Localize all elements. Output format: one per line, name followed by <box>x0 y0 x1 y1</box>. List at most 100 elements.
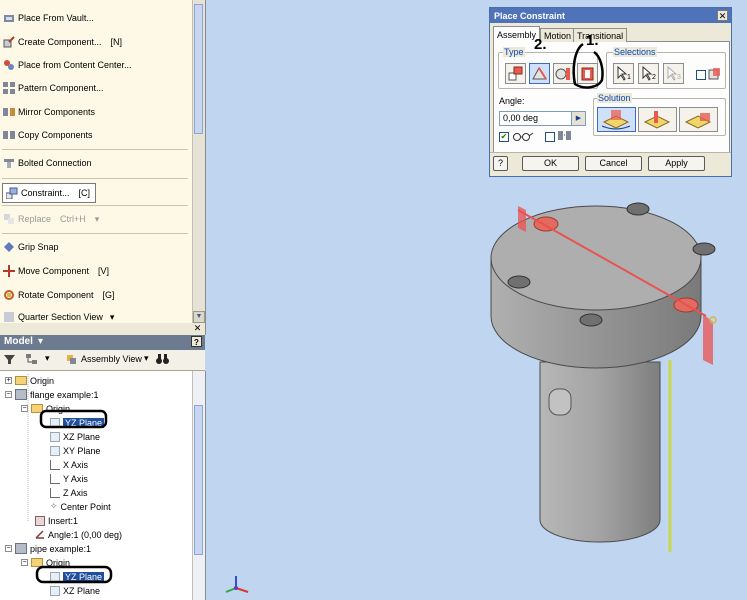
command-panel-scrollbar[interactable]: ▼ <box>192 0 205 323</box>
model-browser-toolbar: ▾ Assembly View ▾ <box>0 350 205 371</box>
angle-constraint-button[interactable] <box>529 63 550 84</box>
mate-constraint-button[interactable] <box>505 63 526 84</box>
help-button[interactable]: ? <box>493 156 508 171</box>
place-constraint-dialog: Place Constraint ✕ Assembly Motion Trans… <box>489 7 732 177</box>
directed-angle-solution-button[interactable] <box>597 107 636 132</box>
tree-node-insert[interactable]: Insert:1 <box>35 514 78 527</box>
angle-input[interactable]: 0,00 deg ▶ <box>499 111 586 126</box>
collapse-icon[interactable]: − <box>21 559 28 566</box>
create-component-command[interactable]: Create Component... [N] <box>3 33 122 51</box>
pipe-part[interactable] <box>539 360 672 552</box>
close-panel-icon[interactable]: ✕ <box>193 324 202 333</box>
dropdown-arrow-icon[interactable]: ▾ <box>144 353 149 364</box>
axis-icon <box>50 487 60 498</box>
folder-icon <box>31 558 43 567</box>
dialog-title-bar[interactable]: Place Constraint ✕ <box>490 8 731 23</box>
dropdown-arrow-icon: ▾ <box>109 311 115 322</box>
assembly-view-label[interactable]: Assembly View <box>81 354 142 364</box>
tree-node-flange-origin[interactable]: − Origin <box>21 402 70 415</box>
undirected-angle-solution-button[interactable] <box>638 107 677 132</box>
first-occurrence-checkbox[interactable] <box>696 70 706 80</box>
angle-flyout-arrow-icon[interactable]: ▶ <box>571 112 585 125</box>
tangent-constraint-button[interactable] <box>553 63 574 84</box>
chevron-down-icon[interactable]: ▾ <box>38 336 43 347</box>
bolted-connection-command[interactable]: Bolted Connection <box>3 154 92 172</box>
model-tree: + Origin − flange example:1 − Origin YZ … <box>0 371 206 600</box>
copy-components-command[interactable]: Copy Components <box>3 126 93 144</box>
tab-assembly[interactable]: Assembly <box>493 26 541 42</box>
collapse-icon[interactable]: − <box>5 545 12 552</box>
place-from-vault-command[interactable]: Place From Vault... <box>3 9 94 27</box>
tree-view-icon[interactable] <box>26 354 40 367</box>
tree-node-xz-plane[interactable]: XZ Plane <box>50 430 100 443</box>
section-view-icon <box>3 311 15 323</box>
separator <box>2 178 188 179</box>
cancel-button[interactable]: Cancel <box>585 156 642 171</box>
show-preview-checkbox[interactable]: ✔ <box>499 132 509 142</box>
replace-command[interactable]: Replace Ctrl+H ▾ <box>3 210 99 228</box>
tree-node-angle[interactable]: Angle:1 (0,00 deg) <box>35 528 122 541</box>
apply-button[interactable]: Apply <box>648 156 705 171</box>
expand-icon[interactable]: + <box>5 377 12 384</box>
plane-icon <box>50 417 60 428</box>
tree-node-y-axis[interactable]: Y Axis <box>50 472 88 485</box>
mirror-components-command[interactable]: Mirror Components <box>3 103 95 121</box>
scrollbar-thumb[interactable] <box>194 405 203 555</box>
collapse-icon[interactable]: − <box>5 391 12 398</box>
tree-node-center-point[interactable]: ✧ Center Point <box>50 500 111 513</box>
part-selection-icon <box>708 67 722 83</box>
part-icon <box>15 389 27 400</box>
angle-constraint-icon <box>35 529 45 541</box>
explicit-reference-solution-button[interactable] <box>679 107 718 132</box>
replace-icon <box>3 213 15 225</box>
tree-node-origin[interactable]: + Origin <box>5 374 54 387</box>
close-icon[interactable]: ✕ <box>717 10 728 21</box>
grip-snap-command[interactable]: Grip Snap <box>3 238 59 256</box>
tab-transitional[interactable]: Transitional <box>573 28 628 42</box>
pattern-component-command[interactable]: Pattern Component... <box>3 79 104 97</box>
insert-constraint-button[interactable] <box>577 63 598 84</box>
grip-snap-icon <box>3 241 15 253</box>
filter-icon[interactable] <box>4 354 15 367</box>
model-browser-title[interactable]: Model <box>4 336 33 347</box>
vault-icon <box>3 12 15 24</box>
tree-node-pipe-origin[interactable]: − Origin <box>21 556 70 569</box>
constraint-icon <box>5 187 18 200</box>
selection-3-button[interactable]: 3 <box>663 63 684 84</box>
scroll-down-button[interactable]: ▼ <box>193 311 205 323</box>
rotate-component-command[interactable]: Rotate Component [G] <box>3 286 115 304</box>
help-icon[interactable]: ? <box>191 336 202 347</box>
tree-node-pipe-xz-plane[interactable]: XZ Plane <box>50 584 100 597</box>
tree-node-pipe[interactable]: − pipe example:1 <box>5 542 91 555</box>
tree-node-flange[interactable]: − flange example:1 <box>5 388 99 401</box>
binoculars-icon[interactable] <box>156 353 169 367</box>
constraint-command[interactable]: Constraint... [C] <box>2 183 96 203</box>
separator <box>490 152 731 153</box>
separator <box>2 233 188 234</box>
svg-text:1: 1 <box>627 74 631 81</box>
tree-node-pipe-yz-plane[interactable]: YZ Plane <box>50 570 105 583</box>
model-browser-header[interactable]: Model ▾ ? <box>0 335 205 350</box>
plane-icon <box>50 571 60 582</box>
tree-node-x-axis[interactable]: X Axis <box>50 458 88 471</box>
selection-2-button[interactable]: 2 <box>638 63 659 84</box>
center-point-icon: ✧ <box>50 501 58 511</box>
tree-node-yz-plane[interactable]: YZ Plane <box>50 416 105 429</box>
ok-button[interactable]: OK <box>522 156 579 171</box>
scrollbar-thumb[interactable] <box>194 4 203 134</box>
rotate-icon <box>3 289 15 301</box>
model-tree-scrollbar[interactable] <box>192 371 205 600</box>
tree-node-z-axis[interactable]: Z Axis <box>50 486 88 499</box>
command-panel: Place From Vault... Create Component... … <box>0 0 206 323</box>
selection-1-button[interactable]: 1 <box>613 63 634 84</box>
move-icon <box>3 265 15 277</box>
move-component-command[interactable]: Move Component [V] <box>3 262 109 280</box>
quarter-section-view-command[interactable]: Quarter Section View ▾ <box>3 308 114 323</box>
tree-node-xy-plane[interactable]: XY Plane <box>50 444 100 457</box>
collapse-icon[interactable]: − <box>21 405 28 412</box>
panel-divider[interactable]: ✕ <box>0 323 206 335</box>
predict-offset-checkbox[interactable] <box>545 132 555 142</box>
place-from-content-center-command[interactable]: Place from Content Center... <box>3 56 132 74</box>
separator <box>2 205 188 206</box>
dropdown-arrow-icon[interactable]: ▾ <box>45 353 50 364</box>
